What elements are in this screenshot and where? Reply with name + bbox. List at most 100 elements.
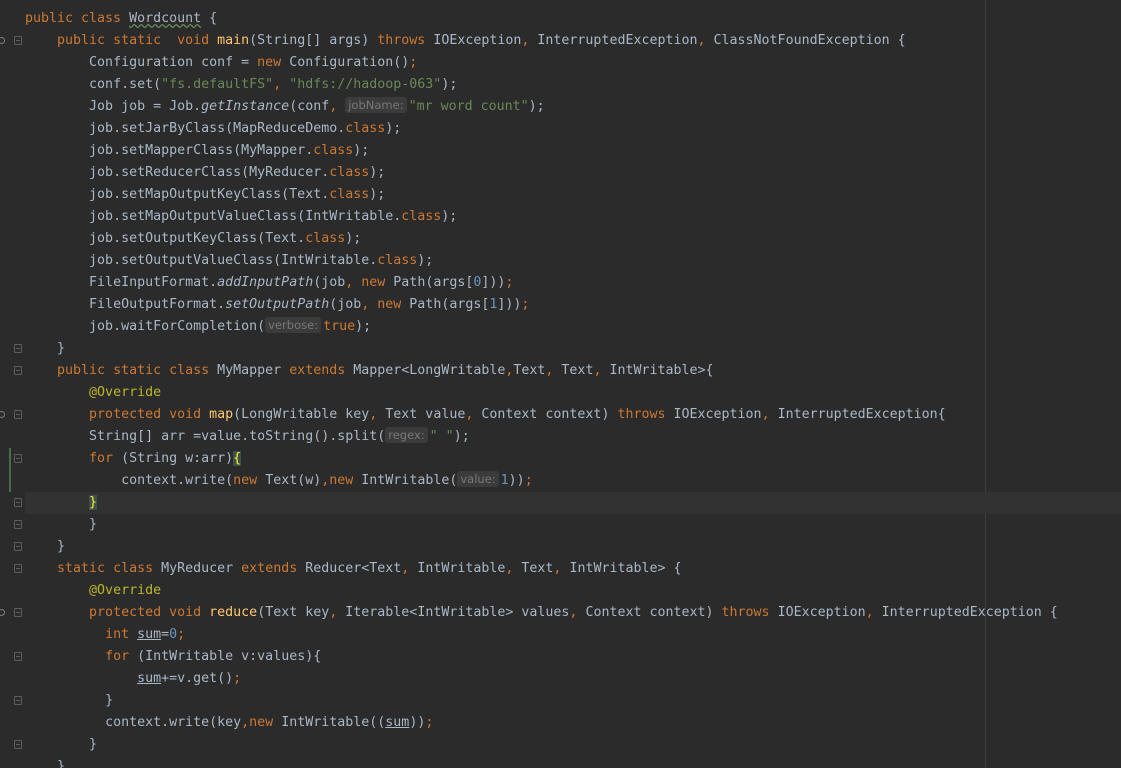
code-text: IOException (433, 33, 522, 48)
code-line[interactable]: protected void reduce(Text key, Iterable… (25, 602, 1121, 624)
keyword: class (329, 165, 370, 180)
code-text: ); (345, 231, 362, 246)
code-editor[interactable]: public class Wordcount { public static v… (0, 0, 1121, 768)
code-text: (conf (289, 99, 330, 114)
code-line[interactable]: } (25, 536, 1121, 558)
method-call: addInputPath (217, 275, 314, 290)
fold-icon[interactable] (14, 608, 22, 617)
code-line[interactable]: public class Wordcount { (25, 8, 1121, 30)
code-line[interactable]: protected void map(LongWritable key, Tex… (25, 404, 1121, 426)
code-text: context.write( (121, 473, 234, 488)
fold-icon[interactable] (14, 740, 22, 749)
code-line[interactable]: @Override (25, 580, 1121, 602)
code-text: Text(w) (265, 473, 322, 488)
code-text: ); (355, 319, 372, 334)
code-text: job.setOutputValueClass(IntWritable. (89, 253, 378, 268)
code-text: job.setMapOutputKeyClass(Text. (89, 187, 330, 202)
code-area[interactable]: public class Wordcount { public static v… (25, 8, 1121, 768)
code-line[interactable]: static class MyReducer extends Reducer<T… (25, 558, 1121, 580)
code-text: (Text key (257, 605, 330, 620)
punctuation: , (505, 561, 522, 576)
string-literal: "hdfs://hadoop-063" (289, 77, 442, 92)
code-line[interactable]: FileOutputFormat.setOutputPath(job, new … (25, 294, 1121, 316)
keyword: extends (241, 561, 306, 576)
code-line[interactable]: public static class MyMapper extends Map… (25, 360, 1121, 382)
code-line[interactable]: } (25, 690, 1121, 712)
code-text: ClassNotFoundException { (713, 33, 906, 48)
code-text: ); (417, 253, 434, 268)
code-line[interactable]: sum+=v.get(); (25, 668, 1121, 690)
punctuation: , (329, 605, 346, 620)
code-line[interactable]: context.write(key,new IntWritable((sum))… (25, 712, 1121, 734)
code-line[interactable]: String[] arr =value.toString().split(reg… (25, 426, 1121, 448)
keyword: new (233, 473, 266, 488)
keyword: class (377, 253, 418, 268)
fold-icon[interactable] (14, 542, 22, 551)
keyword: class (329, 187, 370, 202)
fold-icon[interactable] (14, 652, 22, 661)
code-line[interactable]: @Override (25, 382, 1121, 404)
code-line[interactable]: public static void main(String[] args) t… (25, 30, 1121, 52)
code-text: } (89, 517, 98, 532)
fold-icon[interactable] (14, 520, 22, 529)
code-line[interactable]: } (25, 734, 1121, 756)
code-line[interactable]: } (25, 514, 1121, 536)
code-line[interactable]: job.setMapperClass(MyMapper.class); (25, 140, 1121, 162)
fold-icon[interactable] (14, 366, 22, 375)
current-code-line[interactable]: } (25, 492, 1121, 514)
code-line[interactable]: job.waitForCompletion(verbose: true); (25, 316, 1121, 338)
code-line[interactable]: conf.set("fs.defaultFS", "hdfs://hadoop-… (25, 74, 1121, 96)
code-text: conf.set( (89, 77, 162, 92)
code-line[interactable]: context.write(new Text(w),new IntWritabl… (25, 470, 1121, 492)
code-line[interactable]: job.setOutputValueClass(IntWritable.clas… (25, 250, 1121, 272)
code-line[interactable]: job.setJarByClass(MapReduceDemo.class); (25, 118, 1121, 140)
code-line[interactable]: } (25, 756, 1121, 768)
code-line[interactable]: job.setReducerClass(MyReducer.class); (25, 162, 1121, 184)
overridden-method-icon[interactable] (0, 411, 5, 418)
fold-icon[interactable] (14, 344, 22, 353)
fold-icon[interactable] (14, 36, 22, 45)
code-text: job.waitForCompletion( (89, 319, 266, 334)
punctuation: , (465, 407, 482, 422)
fold-icon[interactable] (14, 410, 22, 419)
keyword: class (313, 143, 354, 158)
fold-icon[interactable] (14, 454, 22, 463)
code-text: Text value (385, 407, 466, 422)
keyword: class (345, 121, 386, 136)
code-text: job.setJarByClass(MapReduceDemo. (89, 121, 346, 136)
overridden-method-icon[interactable] (0, 609, 5, 616)
keyword: static class (57, 561, 162, 576)
punctuation: ; (524, 473, 533, 488)
code-line[interactable]: Job job = Job.getInstance(conf, jobName:… (25, 96, 1121, 118)
string-literal: " " (429, 429, 454, 444)
code-line[interactable]: Configuration conf = new Configuration()… (25, 52, 1121, 74)
code-line[interactable]: job.setMapOutputKeyClass(Text.class); (25, 184, 1121, 206)
code-line[interactable]: } (25, 338, 1121, 360)
variable: sum (137, 627, 162, 642)
annotation: @Override (89, 385, 162, 400)
punctuation: , (553, 561, 570, 576)
editor-gutter[interactable] (0, 0, 24, 768)
code-line[interactable]: int sum=0; (25, 624, 1121, 646)
code-text: Text (513, 363, 546, 378)
code-text: IOException (673, 407, 762, 422)
fold-icon[interactable] (14, 564, 22, 573)
fold-icon[interactable] (14, 498, 22, 507)
code-line[interactable]: job.setOutputKeyClass(Text.class); (25, 228, 1121, 250)
implemented-method-icon[interactable] (0, 37, 5, 44)
code-text: } (57, 341, 66, 356)
keyword: class (305, 231, 346, 246)
code-text: Mapper<LongWritable (353, 363, 506, 378)
keyword: public static void (57, 33, 218, 48)
code-line[interactable]: FileInputFormat.addInputPath(job, new Pa… (25, 272, 1121, 294)
punctuation: , (697, 33, 714, 48)
code-line[interactable]: for (IntWritable v:values){ (25, 646, 1121, 668)
code-text: Context context) (481, 407, 618, 422)
punctuation: , (521, 33, 538, 48)
code-text: IntWritable>{ (609, 363, 714, 378)
fold-icon[interactable] (14, 696, 22, 705)
code-line[interactable]: for (String w:arr){ (25, 448, 1121, 470)
code-line[interactable]: job.setMapOutputValueClass(IntWritable.c… (25, 206, 1121, 228)
vcs-change-marker[interactable] (9, 448, 11, 492)
annotation: @Override (89, 583, 162, 598)
